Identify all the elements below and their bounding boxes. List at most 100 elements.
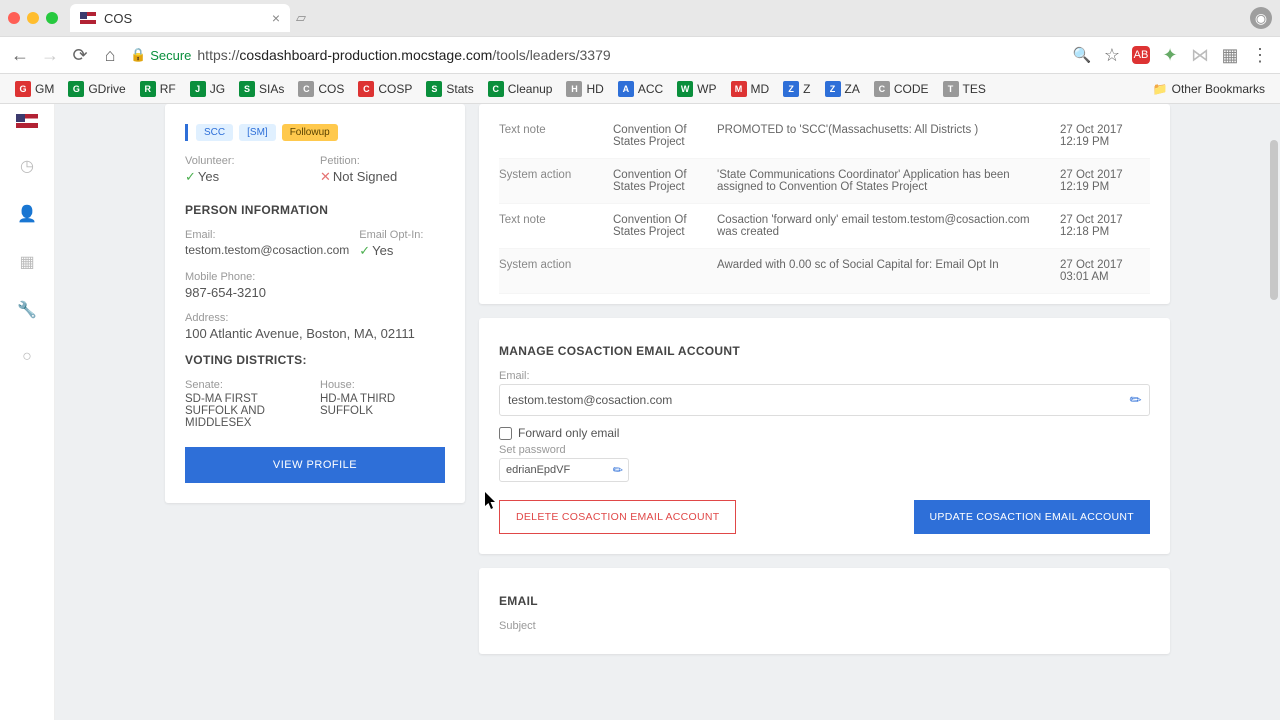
bookmark-label: SIAs xyxy=(259,82,284,96)
window-controls[interactable] xyxy=(8,12,58,24)
check-icon: ✓ xyxy=(185,169,196,184)
minimize-window-dot[interactable] xyxy=(27,12,39,24)
forward-button[interactable]: → xyxy=(40,45,60,66)
history-org: Convention Of States Project xyxy=(613,214,703,238)
bookmark-item[interactable]: CCODE xyxy=(869,78,934,100)
forward-only-label: Forward only email xyxy=(518,426,619,440)
star-icon[interactable]: ☆ xyxy=(1102,45,1122,66)
delete-email-button[interactable]: DELETE COSACTION EMAIL ACCOUNT xyxy=(499,500,736,534)
bookmark-icon: J xyxy=(190,81,206,97)
history-desc: PROMOTED to 'SCC'(Massachusetts: All Dis… xyxy=(717,124,1046,148)
check-icon: ✓ xyxy=(359,243,370,258)
update-email-button[interactable]: UPDATE COSACTION EMAIL ACCOUNT xyxy=(914,500,1150,534)
extension-icon-3[interactable]: ⋈ xyxy=(1190,45,1210,66)
flag-icon[interactable] xyxy=(16,114,38,128)
bookmark-icon: R xyxy=(140,81,156,97)
close-tab-icon[interactable]: × xyxy=(272,10,280,26)
petition-label: Petition: xyxy=(320,155,445,167)
bookmark-icon: S xyxy=(239,81,255,97)
password-input[interactable] xyxy=(499,458,629,482)
bookmark-label: ZA xyxy=(845,82,860,96)
address-bar: ← → ⟳ ⌂ 🔒 Secure https://cosdashboard-pr… xyxy=(0,36,1280,74)
bookmark-item[interactable]: MMD xyxy=(726,78,775,100)
optin-label: Email Opt-In: xyxy=(359,229,445,241)
history-type: Text note xyxy=(499,124,599,148)
nav-settings-icon[interactable]: ○ xyxy=(22,348,32,366)
history-type: System action xyxy=(499,259,599,283)
secure-badge: 🔒 Secure xyxy=(130,47,191,63)
back-button[interactable]: ← xyxy=(10,45,30,66)
bookmark-item[interactable]: CCOS xyxy=(293,78,349,100)
bookmark-label: HD xyxy=(586,82,603,96)
history-org xyxy=(613,259,703,283)
zoom-icon[interactable]: 🔍 xyxy=(1072,46,1092,64)
bookmarks-bar: G GM GGDriveRRF J JG S SIAs CCOSCCOSPSStatsCCle… xyxy=(0,74,1280,104)
bookmark-item[interactable]: WWP xyxy=(672,78,721,100)
nav-dashboard-icon[interactable]: ◷ xyxy=(20,156,34,176)
maximize-window-dot[interactable] xyxy=(46,12,58,24)
history-type: System action xyxy=(499,169,599,193)
history-row: Text note Convention Of States Project P… xyxy=(499,114,1150,159)
bookmark-item[interactable]: T TES xyxy=(938,78,991,100)
bookmark-label: GM xyxy=(35,82,54,96)
bookmark-label: TES xyxy=(963,82,986,96)
email-input[interactable] xyxy=(499,384,1150,416)
bookmark-icon: W xyxy=(677,81,693,97)
menu-icon[interactable]: ⋮ xyxy=(1250,45,1270,66)
bookmark-item[interactable]: RRF xyxy=(135,78,181,100)
browser-chrome: COS × ▱ ◉ ← → ⟳ ⌂ 🔒 Secure https://cosda… xyxy=(0,0,1280,104)
bookmark-item[interactable]: S SIAs xyxy=(234,78,289,100)
bookmark-icon: C xyxy=(358,81,374,97)
folder-icon: 📁 xyxy=(1153,82,1168,96)
bookmark-item[interactable]: GGDrive xyxy=(63,78,130,100)
new-tab-button[interactable]: ▱ xyxy=(296,10,306,26)
scrollbar[interactable] xyxy=(1270,140,1278,300)
forward-only-checkbox[interactable] xyxy=(499,427,512,440)
other-bookmarks[interactable]: 📁 Other Bookmarks xyxy=(1148,79,1270,99)
reload-button[interactable]: ⟳ xyxy=(70,45,90,66)
manage-title: MANAGE COSACTION EMAIL ACCOUNT xyxy=(499,344,1150,358)
history-date: 27 Oct 201712:19 PM xyxy=(1060,124,1150,148)
volunteer-label: Volunteer: xyxy=(185,155,310,167)
bookmark-item[interactable]: A ACC xyxy=(613,78,668,100)
profile-avatar-icon[interactable]: ◉ xyxy=(1250,7,1272,29)
close-window-dot[interactable] xyxy=(8,12,20,24)
email-value: testom.testom@cosaction.com xyxy=(185,243,349,257)
history-row: Text note Convention Of States Project C… xyxy=(499,204,1150,249)
other-bookmarks-label: Other Bookmarks xyxy=(1172,82,1265,96)
extension-icon-4[interactable]: ▦ xyxy=(1220,45,1240,66)
bookmark-item[interactable]: CCleanup xyxy=(483,78,558,100)
app-body: ◷ 👤 ▦ 🔧 ○ SCC [SM] Followup Volunteer: xyxy=(0,104,1280,720)
bookmark-item[interactable]: ZZA xyxy=(820,78,865,100)
history-date: 27 Oct 201712:18 PM xyxy=(1060,214,1150,238)
url-field[interactable]: 🔒 Secure https://cosdashboard-production… xyxy=(130,47,1062,63)
bookmark-item[interactable]: HHD xyxy=(561,78,608,100)
tab-title: COS xyxy=(104,11,264,26)
bookmark-icon: G xyxy=(15,81,31,97)
view-profile-button[interactable]: VIEW PROFILE xyxy=(185,447,445,483)
nav-people-icon[interactable]: 👤 xyxy=(17,204,37,224)
home-button[interactable]: ⌂ xyxy=(100,45,120,66)
history-desc: Awarded with 0.00 sc of Social Capital f… xyxy=(717,259,1046,283)
bookmark-label: MD xyxy=(751,82,770,96)
bookmark-label: JG xyxy=(210,82,225,96)
extension-icon-2[interactable]: ✦ xyxy=(1160,45,1180,66)
browser-tab[interactable]: COS × xyxy=(70,4,290,32)
bookmark-item[interactable]: ZZ xyxy=(778,78,815,100)
extension-abp-icon[interactable]: AB xyxy=(1132,46,1150,64)
bookmark-icon: T xyxy=(943,81,959,97)
bookmark-icon: A xyxy=(618,81,634,97)
tab-bar: COS × ▱ ◉ xyxy=(0,0,1280,36)
bookmark-item[interactable]: CCOSP xyxy=(353,78,417,100)
bookmark-item[interactable]: SStats xyxy=(421,78,478,100)
history-row: System action Awarded with 0.00 sc of So… xyxy=(499,249,1150,294)
history-date: 27 Oct 201703:01 AM xyxy=(1060,259,1150,283)
nav-grid-icon[interactable]: ▦ xyxy=(19,252,34,272)
bookmark-item[interactable]: G GM xyxy=(10,78,59,100)
bookmark-icon: Z xyxy=(783,81,799,97)
bookmark-icon: G xyxy=(68,81,84,97)
bookmark-item[interactable]: J JG xyxy=(185,78,230,100)
left-nav-rail: ◷ 👤 ▦ 🔧 ○ xyxy=(0,104,55,720)
nav-tools-icon[interactable]: 🔧 xyxy=(17,300,37,320)
bookmark-label: ACC xyxy=(638,82,663,96)
